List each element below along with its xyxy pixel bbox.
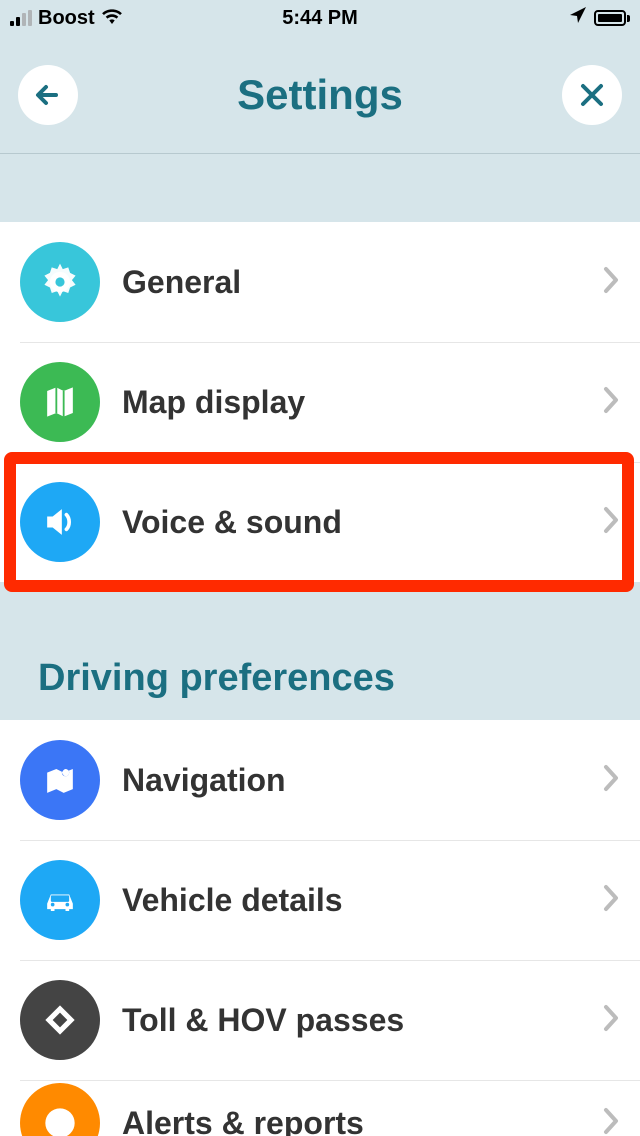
settings-item-map-display[interactable]: Map display [0,342,640,462]
diamond-icon [20,980,100,1060]
nav-map-icon [20,740,100,820]
chevron-right-icon [602,1106,620,1136]
chevron-right-icon [602,1003,620,1038]
status-right [568,5,630,31]
close-button[interactable] [562,65,622,125]
settings-item-voice-sound[interactable]: Voice & sound [0,462,640,582]
status-left: Boost [10,6,123,30]
battery-icon [594,10,630,26]
back-button[interactable] [18,65,78,125]
map-icon [20,362,100,442]
settings-item-label: Map display [122,384,580,421]
settings-item-general[interactable]: General [0,222,640,342]
settings-item-label: General [122,264,580,301]
section-title: Driving preferences [38,657,395,700]
section-spacer [0,154,640,222]
settings-item-vehicle-details[interactable]: Vehicle details [0,840,640,960]
settings-list-driving: Navigation Vehicle details Toll & HOV pa… [0,720,640,1136]
chevron-right-icon [602,883,620,918]
status-time: 5:44 PM [282,7,358,30]
close-icon [576,79,608,111]
settings-item-label: Navigation [122,762,580,799]
chevron-right-icon [602,385,620,420]
settings-item-label: Voice & sound [122,504,580,541]
carrier-label: Boost [38,7,95,30]
settings-list-main: General Map display Voice & sound [0,222,640,582]
chevron-right-icon [602,505,620,540]
arrow-left-icon [32,79,64,111]
speaker-icon [20,482,100,562]
settings-item-label: Toll & HOV passes [122,1002,580,1039]
gear-icon [20,242,100,322]
settings-item-toll-hov[interactable]: Toll & HOV passes [0,960,640,1080]
wifi-icon [101,6,123,30]
car-icon [20,860,100,940]
location-arrow-icon [568,5,588,31]
settings-item-navigation[interactable]: Navigation [0,720,640,840]
status-bar: Boost 5:44 PM [0,0,640,36]
page-title: Settings [237,71,403,119]
signal-strength-icon [10,10,32,26]
chevron-right-icon [602,265,620,300]
settings-item-label: Vehicle details [122,882,580,919]
page-header: Settings [0,36,640,154]
settings-item-label: Alerts & reports [122,1105,580,1136]
chevron-right-icon [602,763,620,798]
section-header-driving: Driving preferences [0,582,640,720]
alert-icon [20,1083,100,1136]
settings-item-alerts-reports[interactable]: Alerts & reports [0,1080,640,1136]
